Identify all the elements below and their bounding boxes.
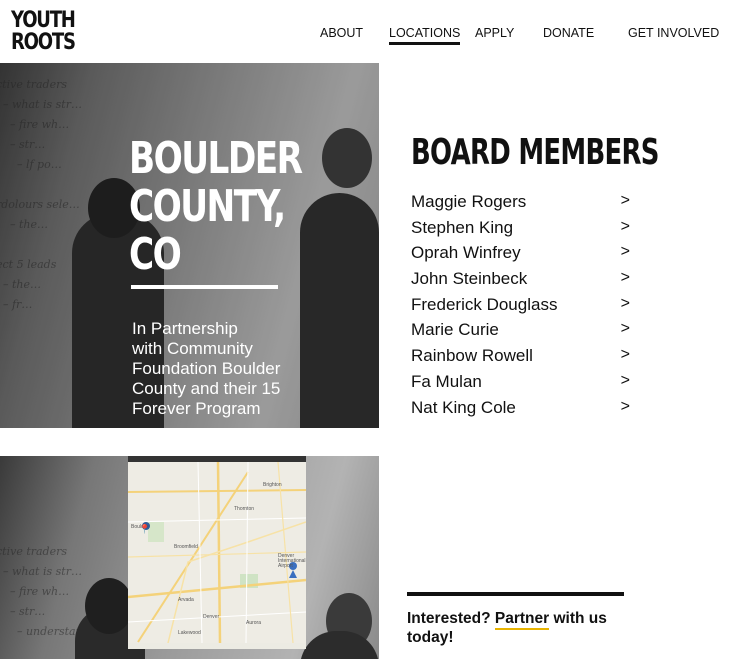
chevron-right-icon: > — [620, 294, 630, 312]
board-member-item[interactable]: Frederick Douglass > — [411, 295, 636, 321]
board-member-item[interactable]: Maggie Rogers > — [411, 192, 636, 218]
board-member-item[interactable]: Fa Mulan > — [411, 372, 636, 398]
map-label: Arvada — [178, 597, 194, 603]
chevron-right-icon: > — [620, 397, 630, 415]
nav-about[interactable]: ABOUT — [320, 26, 363, 40]
location-map[interactable]: Boulder Broomfield Thornton Denver Auror… — [128, 456, 306, 649]
chevron-right-icon: > — [620, 269, 630, 287]
chevron-right-icon: > — [620, 371, 630, 389]
board-member-item[interactable]: Marie Curie > — [411, 320, 636, 346]
map-pin-icon[interactable]: 📍 — [139, 524, 150, 535]
nav-donate[interactable]: DONATE — [543, 26, 594, 40]
map-label: Thornton — [234, 506, 255, 512]
hero-image: ctive traders – what is str… – fire wh… … — [0, 63, 379, 428]
map-background-image: ctive traders – what is str… – fire wh… … — [0, 456, 379, 659]
board-member-item[interactable]: Oprah Winfrey > — [411, 243, 636, 269]
board-members-list: Maggie Rogers > Stephen King > Oprah Winfr… — [411, 192, 636, 423]
nav-get-involved[interactable]: GET INVOLVED — [628, 26, 719, 40]
board-member-item[interactable]: Rainbow Rowell > — [411, 346, 636, 372]
board-member-item[interactable]: Stephen King > — [411, 218, 636, 244]
map-label: Denver — [203, 614, 220, 620]
map-label: Brighton — [263, 482, 282, 488]
map-label: Lakewood — [178, 630, 201, 636]
title-divider — [131, 285, 278, 289]
cta-divider — [407, 592, 624, 596]
partner-link[interactable]: Partner — [494, 610, 550, 630]
chevron-right-icon: > — [620, 192, 630, 209]
partner-cta: Interested? Partner with us today! — [407, 610, 607, 646]
chevron-right-icon: > — [620, 217, 630, 235]
chevron-right-icon: > — [620, 243, 630, 261]
location-title: BOULDER COUNTY, CO — [129, 133, 303, 280]
partnership-text: In Partnership with Community Foundation… — [132, 319, 281, 418]
map-label: Denver International Airport — [278, 553, 306, 569]
board-member-item[interactable]: John Steinbeck > — [411, 269, 636, 295]
nav-locations[interactable]: LOCATIONS — [389, 26, 461, 45]
chevron-right-icon: > — [620, 346, 630, 364]
board-member-item[interactable]: Nat King Cole > — [411, 398, 636, 424]
nav-apply[interactable]: APPLY — [475, 26, 514, 40]
board-members-heading: BOARD MEMBERS — [411, 132, 659, 173]
chevron-right-icon: > — [620, 320, 630, 338]
main-nav: ABOUT LOCATIONS APPLY DONATE GET INVOLVE… — [0, 26, 732, 46]
map-label: Aurora — [246, 620, 262, 626]
map-label: Broomfield — [174, 544, 198, 550]
